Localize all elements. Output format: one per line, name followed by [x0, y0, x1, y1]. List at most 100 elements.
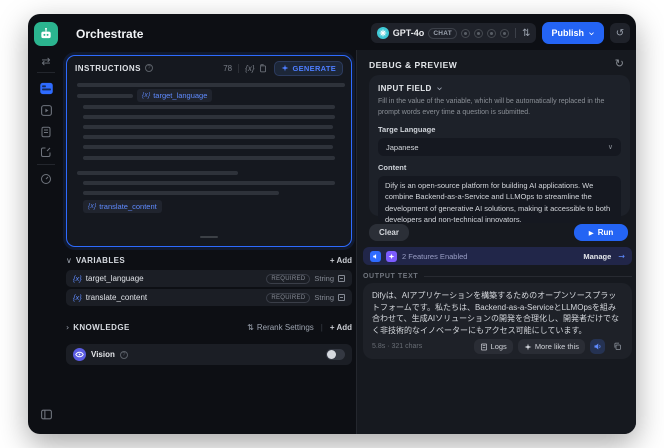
- sidebar-divider: [37, 72, 55, 73]
- output-stats: 5.8s · 321 chars: [372, 343, 423, 350]
- chevron-down-icon: [436, 87, 442, 91]
- insert-variable-icon[interactable]: {x}: [245, 64, 254, 73]
- variable-chip-translate-content[interactable]: {x} translate_content: [83, 200, 162, 213]
- run-button[interactable]: ▶ Run: [574, 224, 628, 241]
- speaker-icon[interactable]: [590, 339, 605, 354]
- instructions-header: INSTRUCTIONS ? 78 {x} GENERATE: [67, 56, 351, 80]
- play-icon: ▶: [588, 228, 594, 237]
- copy-icon[interactable]: [258, 63, 267, 73]
- char-count: 78: [223, 63, 233, 73]
- debug-preview-title: DEBUG & PREVIEW: [369, 60, 458, 70]
- chevron-down-icon: ∨: [66, 255, 72, 265]
- add-variable-button[interactable]: + Add: [330, 256, 352, 265]
- copy-icon[interactable]: [610, 339, 625, 354]
- sidebar-item-logs-icon[interactable]: [38, 124, 54, 140]
- skeleton-line: [83, 156, 335, 160]
- add-knowledge-button[interactable]: + Add: [330, 323, 352, 332]
- input-field-card: INPUT FIELD Fill in the value of the var…: [369, 75, 630, 223]
- output-text: Difyは、AIアプリケーションを構築するためのオープンソースプラットフォームで…: [372, 291, 619, 335]
- publish-button[interactable]: Publish: [542, 22, 604, 44]
- rerank-settings-button[interactable]: ⇅ Rerank Settings: [247, 323, 314, 332]
- model-params-icon[interactable]: ⇅: [522, 28, 530, 39]
- refresh-icon[interactable]: ↻: [615, 57, 624, 70]
- app-window: ⇄ Orchestrate GPT-4o CHAT ⇅ Publish ↺ IN…: [28, 14, 636, 434]
- string-type-icon: [338, 294, 345, 301]
- sidebar-divider: [37, 164, 55, 165]
- skeleton-line: [77, 83, 345, 87]
- string-type-icon: [338, 275, 345, 282]
- language-field-label: Targe Language: [378, 125, 436, 134]
- page-title: Orchestrate: [76, 27, 144, 41]
- help-icon: ?: [145, 64, 153, 72]
- content-field-label: Content: [378, 163, 407, 172]
- language-select[interactable]: Japanese ∨: [378, 138, 621, 156]
- more-like-this-button[interactable]: More like this: [517, 339, 585, 354]
- model-mode-badge: CHAT: [428, 27, 458, 39]
- model-feature-icon[interactable]: [487, 28, 497, 38]
- model-name: GPT-4o: [392, 28, 425, 38]
- debug-preview-panel: DEBUG & PREVIEW ↻ INPUT FIELD Fill in th…: [356, 50, 636, 434]
- variable-row[interactable]: {x} target_language REQUIRED String: [66, 270, 352, 287]
- model-feature-icon[interactable]: [474, 28, 484, 38]
- sidebar-item-annotation-icon[interactable]: [38, 144, 54, 160]
- model-selector[interactable]: GPT-4o CHAT ⇅: [370, 23, 537, 43]
- skeleton-line: [83, 191, 279, 195]
- model-feature-icon[interactable]: [461, 28, 471, 38]
- skeleton-line: [83, 105, 335, 109]
- required-badge: REQUIRED: [266, 273, 311, 284]
- chevron-right-icon: ›: [66, 322, 70, 332]
- sidebar-item-orchestrate[interactable]: [38, 80, 54, 96]
- model-provider-icon: [376, 27, 389, 39]
- topbar-actions: GPT-4o CHAT ⇅ Publish ↺: [370, 22, 630, 44]
- sparkle-icon: [282, 64, 289, 72]
- variable-row[interactable]: {x} translate_content REQUIRED String: [66, 289, 352, 306]
- skeleton-line: [83, 115, 335, 119]
- variable-chip-target-language[interactable]: {x} target_language: [137, 89, 213, 102]
- vision-setting-row: Vision ?: [66, 344, 352, 365]
- sidebar-item-preview[interactable]: [38, 102, 54, 118]
- history-icon[interactable]: ↺: [610, 23, 630, 43]
- resize-handle[interactable]: [200, 236, 218, 238]
- sidebar: ⇄: [28, 14, 64, 434]
- knowledge-title: KNOWLEDGE: [73, 322, 130, 332]
- variable-icon: {x}: [73, 274, 82, 283]
- features-enabled-bar[interactable]: 2 Features Enabled Manage →: [363, 247, 632, 265]
- text-to-speech-feature-icon: [370, 250, 381, 262]
- pill-divider: [515, 28, 517, 38]
- skeleton-line: [83, 181, 335, 185]
- switch-app-icon[interactable]: ⇄: [38, 53, 54, 69]
- output-text-header: OUTPUT TEXT: [363, 273, 632, 280]
- app-robot-icon[interactable]: [34, 22, 58, 46]
- content-textarea[interactable]: Dify is an open-source platform for buil…: [378, 176, 621, 223]
- input-field-title[interactable]: INPUT FIELD: [378, 84, 432, 93]
- manage-features-button[interactable]: Manage: [583, 252, 611, 261]
- vision-toggle[interactable]: [326, 349, 345, 360]
- output-card: Difyは、AIアプリケーションを構築するためのオープンソースプラットフォームで…: [363, 283, 632, 359]
- arrow-right-icon: →: [618, 251, 625, 261]
- rerank-icon: ⇅: [247, 322, 254, 332]
- chevron-down-icon: ∨: [607, 143, 613, 151]
- logs-icon: [480, 343, 487, 350]
- vision-eye-icon: [73, 348, 86, 361]
- help-icon: ?: [119, 350, 128, 359]
- knowledge-header[interactable]: › KNOWLEDGE ⇅ Rerank Settings | + Add: [66, 320, 352, 334]
- required-badge: REQUIRED: [266, 292, 311, 303]
- skeleton-line: [83, 135, 335, 139]
- input-field-description: Fill in the value of the variable, which…: [378, 98, 605, 116]
- instructions-title: INSTRUCTIONS: [75, 63, 141, 73]
- sidebar-item-monitoring-icon[interactable]: [38, 171, 54, 187]
- clear-button[interactable]: Clear: [369, 224, 409, 241]
- instructions-editor[interactable]: INSTRUCTIONS ? 78 {x} GENERATE {x} target…: [66, 55, 352, 247]
- collapse-sidebar-icon[interactable]: [38, 406, 54, 422]
- chevron-down-icon: [589, 31, 594, 35]
- variables-title: VARIABLES: [75, 255, 126, 265]
- sparkle-icon: [524, 343, 532, 350]
- logs-button[interactable]: Logs: [473, 339, 513, 354]
- skeleton-line: [83, 145, 333, 149]
- variable-icon: {x}: [73, 293, 82, 302]
- skeleton-line: [77, 94, 133, 98]
- model-feature-icon[interactable]: [500, 28, 510, 38]
- feature-icon: [386, 250, 397, 262]
- variables-header[interactable]: ∨ VARIABLES + Add: [66, 253, 352, 267]
- generate-button[interactable]: GENERATE: [274, 60, 343, 76]
